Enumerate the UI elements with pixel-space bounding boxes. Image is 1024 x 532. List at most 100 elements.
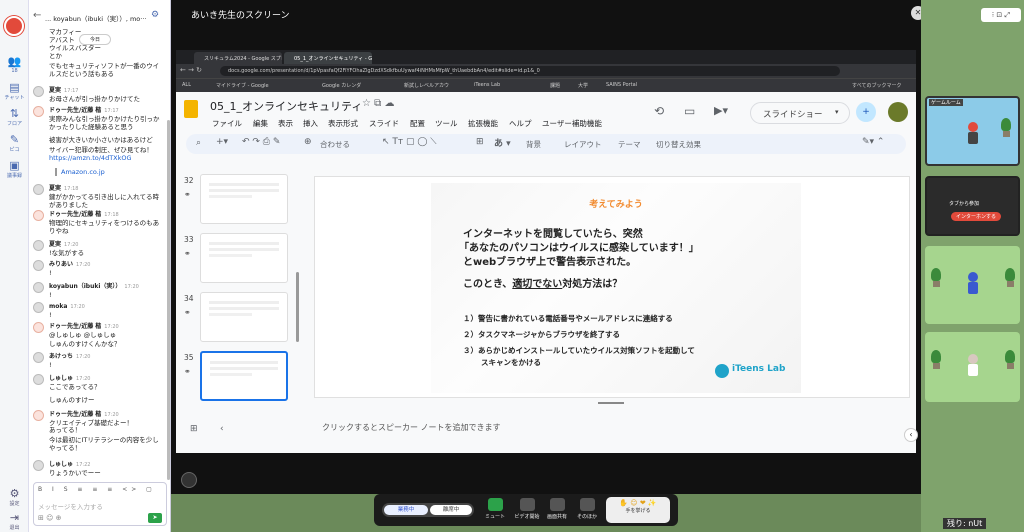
theme-button[interactable]: テーマ: [618, 139, 641, 150]
message-text[interactable]: https://amzn.to/4dTXkOG: [49, 154, 165, 162]
avatar[interactable]: [33, 240, 44, 251]
interview-button[interactable]: インターホンする: [951, 212, 1002, 221]
transition-button[interactable]: 切り替え効果: [656, 139, 701, 150]
filmstrip-scrollbar[interactable]: [296, 272, 299, 342]
send-button[interactable]: ➤: [148, 513, 162, 523]
avatar[interactable]: [33, 260, 44, 271]
channel-settings-icon[interactable]: ⚙: [151, 10, 159, 20]
avatar[interactable]: [33, 322, 44, 333]
slideshow-button[interactable]: スライドショー ▾: [750, 102, 850, 124]
chat-scrollbar[interactable]: [167, 120, 170, 480]
menu-item[interactable]: 配置: [410, 118, 425, 129]
more-button[interactable]: そのほか: [574, 498, 600, 522]
menu-item[interactable]: ユーザー補助機能: [542, 118, 602, 129]
avatar[interactable]: [967, 122, 979, 144]
browser-tab-1[interactable]: スリキュラム2024 - Google スプレ: [194, 52, 282, 64]
search-icon[interactable]: ⌕: [196, 138, 201, 148]
avatar[interactable]: [967, 354, 979, 376]
avatar[interactable]: [33, 86, 44, 97]
menu-item[interactable]: ヘルプ: [509, 118, 532, 129]
address-bar[interactable]: docs.google.com/presentation/d/1pVpasfaQ…: [220, 66, 840, 76]
slide-canvas[interactable]: 考えてみよう インターネットを閲覧していたら、突然 「あなたのパソコンはウイルス…: [314, 176, 910, 398]
bookmark-item[interactable]: 新試しレベルアカウ: [404, 82, 449, 89]
zoom-icon[interactable]: ⊕: [304, 137, 312, 147]
slide-thumbnail[interactable]: [200, 292, 288, 342]
star-icon[interactable]: ☆ ⧉ ☁: [362, 98, 394, 109]
background-button[interactable]: 背景: [526, 139, 541, 150]
app-logo[interactable]: [4, 16, 24, 36]
compose-box[interactable]: B I S ≡ ≡ ≡ <> ▢ メッセージを入力する ⊞ ☺ ⊕ ➤: [33, 482, 167, 526]
avatar[interactable]: [33, 184, 44, 195]
select-tool-icon[interactable]: ↖ Tт ▢ ◯ ⟍: [382, 137, 437, 147]
slide-thumbnail[interactable]: [200, 233, 288, 283]
status-on[interactable]: 業務中: [384, 505, 428, 515]
bookmark-item[interactable]: マイドライブ - Google: [216, 82, 269, 89]
bookmark-item[interactable]: 課題: [550, 82, 560, 89]
menu-item[interactable]: スライド: [369, 118, 399, 129]
menu-item[interactable]: ツール: [435, 118, 458, 129]
bookmark-item[interactable]: すべてのブックマーク: [852, 82, 901, 89]
menu-item[interactable]: 表示形式: [328, 118, 358, 129]
font-icon[interactable]: あ ▾: [494, 136, 511, 149]
settings-button[interactable]: ⚙ 設定: [2, 488, 27, 508]
explore-icon[interactable]: ‹: [904, 428, 918, 442]
menu-item[interactable]: 表示: [278, 118, 293, 129]
avatar[interactable]: [33, 352, 44, 363]
bookmark-item[interactable]: ALL: [182, 82, 191, 88]
floor-button[interactable]: ⇅ フロア: [2, 108, 27, 128]
minutes-button[interactable]: ▣ 議事録: [2, 160, 27, 180]
status-off[interactable]: 離席中: [430, 505, 472, 515]
menu-item[interactable]: 拡張機能: [468, 118, 498, 129]
divider-handle[interactable]: [598, 402, 624, 404]
zoom-select[interactable]: 合わせる: [320, 139, 350, 150]
slide-thumbnail[interactable]: [200, 351, 288, 401]
back-icon[interactable]: ←: [33, 10, 41, 21]
message-input[interactable]: メッセージを入力する: [38, 501, 103, 511]
grid-view-icon[interactable]: ⊞: [190, 424, 198, 434]
screen-share-button[interactable]: 画面共有: [544, 498, 570, 522]
office-toolbar[interactable]: ⁝ ⊡ ⤢: [981, 8, 1021, 22]
avatar[interactable]: [967, 272, 979, 294]
exit-button[interactable]: ⇥ 退出: [2, 512, 27, 532]
add-icon[interactable]: +▾: [216, 137, 228, 147]
menu-item[interactable]: 挿入: [303, 118, 318, 129]
comment-add-icon[interactable]: ⊞: [476, 137, 484, 147]
meet-icon[interactable]: ▶▾: [714, 104, 728, 117]
avatar[interactable]: [33, 282, 44, 293]
account-avatar[interactable]: [888, 102, 908, 122]
attach-icon[interactable]: ⊞ ☺ ⊕: [38, 514, 61, 522]
speaker-notes[interactable]: クリックするとスピーカー ノートを追加できます: [322, 422, 501, 433]
mute-button[interactable]: ミュート: [482, 498, 508, 522]
pen-icon[interactable]: ✎▾ ⌃: [862, 137, 884, 147]
collapse-filmstrip-icon[interactable]: ‹: [220, 424, 224, 434]
room-card-1[interactable]: ゲームルーム: [925, 96, 1020, 166]
bookmark-item[interactable]: SAINS Portal: [606, 82, 637, 88]
avatar[interactable]: [33, 374, 44, 385]
room-card-2[interactable]: タブから参加 インターホンする: [925, 176, 1020, 236]
avatar[interactable]: [33, 210, 44, 221]
video-button[interactable]: ビデオ開始: [512, 498, 542, 522]
avatar[interactable]: [33, 410, 44, 421]
message-text[interactable]: Amazon.co.jp: [55, 168, 105, 176]
bookmark-item[interactable]: Google カレンダ: [322, 82, 361, 89]
room-card-3[interactable]: [925, 246, 1020, 324]
share-button[interactable]: +: [856, 102, 876, 122]
pico-button[interactable]: ✎ ピコ: [2, 134, 27, 154]
nav-icons[interactable]: ← → ↻: [180, 66, 202, 74]
chat-button[interactable]: ▤ チャット: [2, 82, 27, 102]
room-card-4[interactable]: [925, 332, 1020, 402]
bottom-left-icon[interactable]: [181, 472, 197, 488]
browser-tab-2[interactable]: 05_1_オンラインセキュリティ - Goo: [284, 52, 372, 64]
comment-icon[interactable]: ▭: [684, 104, 695, 118]
bookmark-item[interactable]: iTeens Lab: [474, 82, 500, 88]
layout-button[interactable]: レイアウト: [564, 139, 602, 150]
avatar[interactable]: [33, 302, 44, 313]
bookmark-item[interactable]: 大学: [578, 82, 588, 89]
avatar[interactable]: [33, 460, 44, 471]
members-button[interactable]: 👥 18: [2, 56, 27, 75]
menu-item[interactable]: 編集: [253, 118, 268, 129]
menu-item[interactable]: ファイル: [212, 118, 242, 129]
status-toggle[interactable]: 業務中 離席中: [382, 503, 474, 517]
undo-icon[interactable]: ↶ ↷ ⎙ ✎: [242, 137, 280, 147]
slide-thumbnail[interactable]: [200, 174, 288, 224]
